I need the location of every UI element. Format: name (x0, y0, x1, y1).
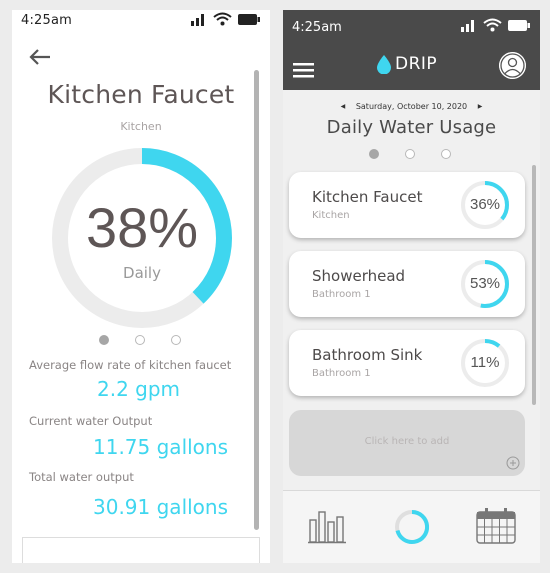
user-icon[interactable] (499, 52, 526, 79)
page-dot-3[interactable] (171, 335, 181, 345)
total-output-label: Total water output (29, 470, 134, 484)
signal-icon (461, 19, 474, 32)
page-indicator (99, 335, 181, 345)
device-card-showerhead[interactable]: Showerhead Bathroom 1 53% (289, 251, 525, 317)
page-dot-3[interactable] (441, 149, 451, 159)
bottom-panel (22, 537, 260, 563)
device-name: Bathroom Sink (312, 346, 423, 364)
calendar-icon[interactable] (475, 507, 517, 545)
usage-ring-icon[interactable] (392, 507, 432, 547)
daily-usage-screen: 4:25am DRIP ◀ Saturday, October 10, 2020 (283, 10, 540, 563)
menu-icon[interactable] (293, 63, 314, 78)
wifi-icon (483, 18, 502, 32)
page-dot-1[interactable] (369, 149, 379, 159)
bottom-tab-bar (283, 490, 540, 563)
brand-name: DRIP (395, 54, 438, 74)
current-output-label: Current water Output (29, 414, 153, 428)
device-location: Bathroom 1 (312, 368, 371, 379)
status-time: 4:25am (21, 13, 73, 28)
device-name: Showerhead (312, 267, 406, 285)
page-indicator (369, 149, 451, 159)
gauge-label: Daily (123, 264, 161, 282)
device-name: Kitchen Faucet (312, 188, 423, 206)
app-brand: DRIP (377, 54, 437, 74)
add-device-label: Click here to add (364, 436, 450, 447)
usage-percent: 53% (469, 275, 501, 292)
battery-icon (508, 19, 530, 31)
page-title: Kitchen Faucet (47, 80, 235, 109)
device-card-kitchen-faucet[interactable]: Kitchen Faucet Kitchen 36% (289, 172, 525, 238)
page-title: Daily Water Usage (326, 117, 497, 138)
gauge-percent: 38% (85, 196, 199, 259)
date-selector: ◀ Saturday, October 10, 2020 ▶ (283, 102, 540, 111)
usage-percent: 11% (470, 354, 500, 371)
page-dot-1[interactable] (99, 335, 109, 345)
app-header: 4:25am DRIP (283, 10, 540, 90)
status-icons (461, 18, 530, 32)
avg-flow-label: Average flow rate of kitchen faucet (29, 358, 232, 372)
device-location: Kitchen (312, 210, 350, 221)
scrollbar[interactable] (254, 70, 259, 530)
bar-chart-icon[interactable] (307, 508, 347, 544)
page-dot-2[interactable] (135, 335, 145, 345)
page-dot-2[interactable] (405, 149, 415, 159)
signal-icon (191, 13, 204, 26)
battery-icon (238, 13, 260, 25)
current-output-value: 11.75 gallons (93, 435, 229, 459)
scrollbar[interactable] (532, 165, 536, 405)
wifi-icon (213, 12, 232, 26)
device-location: Bathroom 1 (312, 289, 371, 300)
back-arrow-icon[interactable] (28, 46, 52, 68)
device-location: Kitchen (120, 120, 162, 133)
usage-percent: 36% (469, 196, 501, 213)
status-time: 4:25am (292, 20, 342, 35)
avg-flow-value: 2.2 gpm (97, 377, 181, 401)
plus-icon[interactable] (506, 456, 520, 470)
status-icons (191, 12, 260, 26)
status-bar: 4:25am (12, 10, 270, 32)
chevron-left-icon[interactable]: ◀ (341, 103, 346, 110)
add-device-button[interactable]: Click here to add (289, 410, 525, 476)
chevron-right-icon[interactable]: ▶ (478, 103, 483, 110)
water-drop-icon (377, 54, 391, 74)
device-detail-screen: 4:25am Kitchen Faucet Kitchen 38% Daily … (12, 10, 270, 563)
selected-date: Saturday, October 10, 2020 (355, 102, 468, 111)
device-card-bathroom-sink[interactable]: Bathroom Sink Bathroom 1 11% (289, 330, 525, 396)
total-output-value: 30.91 gallons (93, 495, 229, 519)
